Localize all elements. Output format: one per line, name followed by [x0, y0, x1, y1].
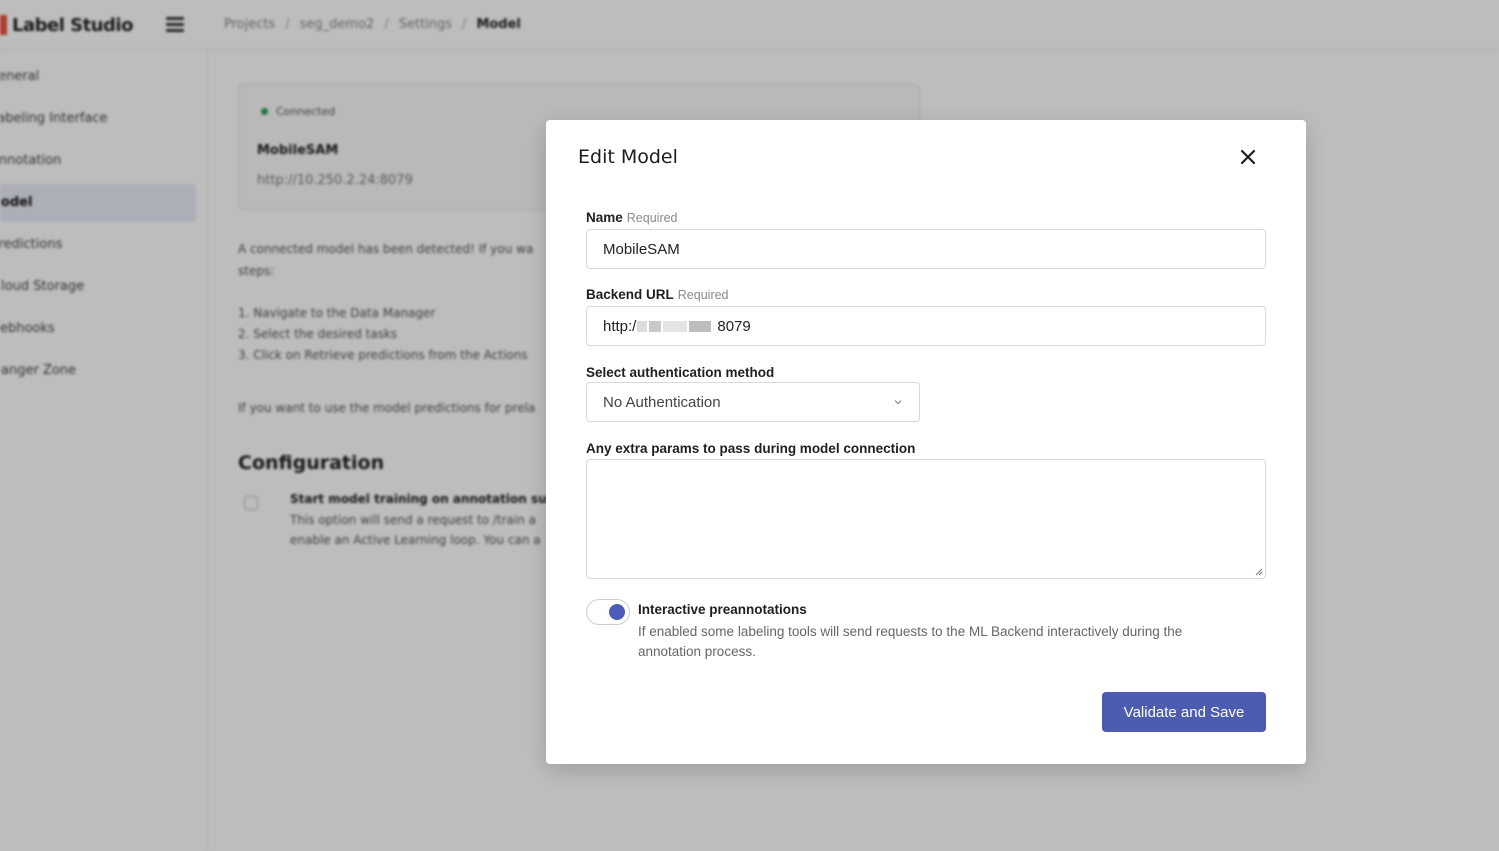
toggle-knob [609, 604, 625, 620]
edit-model-dialog: Edit Model NameRequired Backend URLRequi… [546, 120, 1306, 764]
backend-url-label-text: Backend URL [586, 287, 674, 302]
interactive-preannotations-title: Interactive preannotations [638, 602, 807, 617]
extra-params-textarea[interactable] [586, 459, 1266, 579]
interactive-preannotations-description: If enabled some labeling tools will send… [638, 624, 1183, 659]
interactive-preannotations-toggle[interactable] [586, 599, 630, 625]
redacted-url-segment [649, 320, 662, 332]
backend-url-label: Backend URL Required [586, 287, 729, 302]
name-required-hint: Required [626, 211, 678, 225]
backend-url-prefix: http:/ [603, 317, 637, 335]
chevron-down-icon [894, 400, 902, 405]
auth-method-select[interactable]: No Authentication [586, 382, 920, 422]
redacted-url-segment [663, 320, 688, 332]
name-input[interactable] [586, 229, 1266, 269]
name-label: Name Required [586, 210, 678, 225]
auth-method-value: No Authentication [603, 393, 721, 411]
auth-method-label: Select authentication method [586, 365, 775, 380]
dialog-title: Edit Model [578, 146, 678, 168]
extra-params-label: Any extra params to pass during model co… [586, 441, 916, 456]
name-label-text: Name [586, 210, 623, 225]
redacted-url-segment [689, 320, 712, 332]
backend-url-required-hint: Required [677, 288, 729, 302]
validate-and-save-button[interactable]: Validate and Save [1102, 692, 1266, 732]
close-icon[interactable] [1236, 145, 1260, 169]
resize-handle-icon[interactable] [1255, 568, 1263, 576]
backend-url-input[interactable]: http:/ 8079 [586, 306, 1266, 346]
backend-url-suffix: 8079 [717, 317, 751, 335]
redacted-url-segment [637, 320, 648, 332]
